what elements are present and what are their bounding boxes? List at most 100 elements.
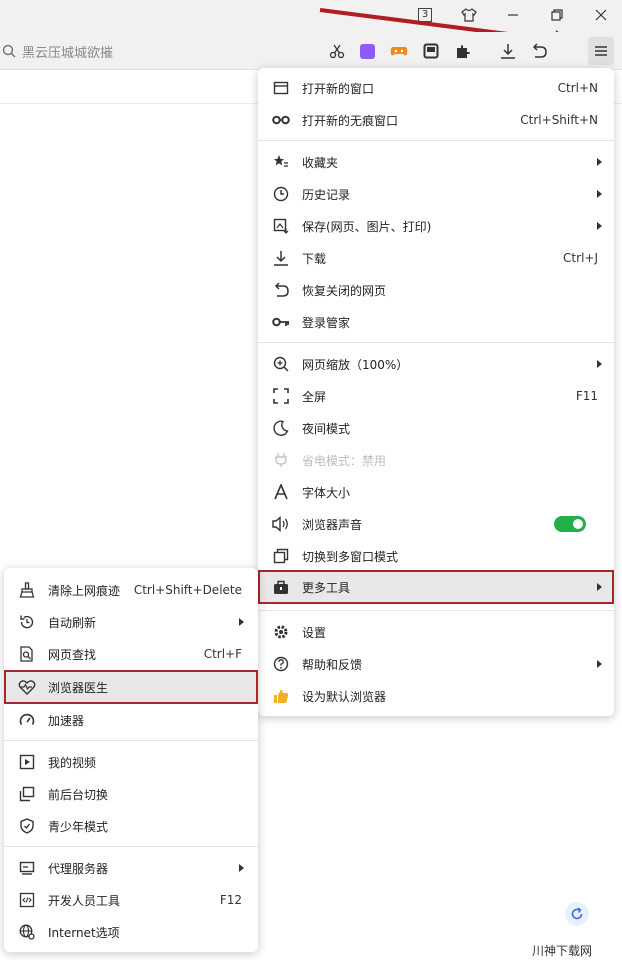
menu-label: 打开新的无痕窗口 <box>302 113 399 128</box>
scissors-icon[interactable] <box>326 40 348 62</box>
submenu-item-accelerator[interactable]: 加速器 <box>4 704 258 736</box>
globe-gear-icon <box>18 923 36 941</box>
menu-item-power-saving: 省电模式：禁用 <box>258 444 614 476</box>
menu-item-restore-closed[interactable]: 恢复关闭的网页 <box>258 274 614 306</box>
heart-pulse-icon <box>18 678 36 696</box>
submenu-item-auto-refresh[interactable]: 自动刷新 <box>4 606 258 638</box>
menu-label: 清除上网痕迹 <box>48 583 121 598</box>
menu-item-history[interactable]: 历史记录 <box>258 178 614 210</box>
menu-shortcut: F11 <box>575 389 598 403</box>
submenu-item-my-videos[interactable]: 我的视频 <box>4 746 258 778</box>
speedometer-icon <box>18 711 36 729</box>
menu-label: 设置 <box>302 625 327 640</box>
multi-window-icon <box>272 547 290 565</box>
menu-item-more-tools[interactable]: 更多工具 <box>258 570 614 604</box>
incognito-icon <box>272 111 290 129</box>
save-image-icon <box>272 217 290 235</box>
submenu-item-foreground-switch[interactable]: 前后台切换 <box>4 778 258 810</box>
menu-item-settings[interactable]: 设置 <box>258 616 614 648</box>
divider <box>4 846 258 847</box>
menu-label: Internet选项 <box>48 925 120 940</box>
font-icon <box>272 483 290 501</box>
menu-item-incognito[interactable]: 打开新的无痕窗口 Ctrl+Shift+N <box>258 104 614 136</box>
divider <box>258 140 614 141</box>
menu-label: 浏览器医生 <box>48 680 109 695</box>
submenu-item-dev-tools[interactable]: 开发人员工具 F12 <box>4 884 258 916</box>
menu-icon[interactable] <box>588 37 614 65</box>
refresh-icon <box>571 907 583 920</box>
menu-label: 代理服务器 <box>48 861 109 876</box>
menu-label: 青少年模式 <box>48 819 109 834</box>
main-menu: 打开新的窗口 Ctrl+N 打开新的无痕窗口 Ctrl+Shift+N 收藏夹 … <box>258 68 614 716</box>
menu-label: 保存(网页、图片、打印) <box>302 219 432 234</box>
menu-label: 开发人员工具 <box>48 893 121 908</box>
menu-label: 网页缩放（100%） <box>302 357 409 372</box>
key-icon <box>272 313 290 331</box>
window-icon <box>272 79 290 97</box>
floating-refresh-button[interactable] <box>565 902 589 926</box>
menu-shortcut: Ctrl+N <box>557 81 598 95</box>
chevron-right-icon <box>597 583 602 591</box>
chevron-right-icon <box>239 618 244 626</box>
search-box[interactable]: 黑云压城城欲摧 <box>2 40 312 62</box>
menu-item-help[interactable]: 帮助和反馈 <box>258 648 614 680</box>
submenu-item-internet-options[interactable]: Internet选项 <box>4 916 258 948</box>
submenu-item-browser-doctor[interactable]: 浏览器医生 <box>4 670 258 704</box>
menu-shortcut: F12 <box>219 893 242 907</box>
menu-label: 我的视频 <box>48 755 97 770</box>
menu-item-font-size[interactable]: 字体大小 <box>258 476 614 508</box>
menu-label: 帮助和反馈 <box>302 657 363 672</box>
menu-label: 更多工具 <box>302 580 351 595</box>
menu-item-save[interactable]: 保存(网页、图片、打印) <box>258 210 614 242</box>
zoom-icon <box>272 355 290 373</box>
download-icon[interactable] <box>497 40 519 62</box>
gear-icon <box>272 623 290 641</box>
menu-item-login-manager[interactable]: 登录管家 <box>258 306 614 338</box>
sound-toggle[interactable] <box>554 516 586 532</box>
refresh-clock-icon <box>18 613 36 631</box>
menu-item-fullscreen[interactable]: 全屏 F11 <box>258 380 614 412</box>
chevron-right-icon <box>239 864 244 872</box>
menu-label: 切换到多窗口模式 <box>302 549 399 564</box>
reader-icon[interactable] <box>420 40 442 62</box>
menu-item-downloads[interactable]: 下载 Ctrl+J <box>258 242 614 274</box>
broom-icon <box>18 581 36 599</box>
menu-item-set-default[interactable]: 设为默认浏览器 <box>258 680 614 712</box>
menu-item-zoom[interactable]: 网页缩放（100%） <box>258 348 614 380</box>
menu-shortcut: Ctrl+Shift+Delete <box>133 583 242 597</box>
divider <box>258 342 614 343</box>
code-icon <box>18 891 36 909</box>
chevron-right-icon <box>597 360 602 368</box>
puzzle-icon[interactable] <box>452 40 474 62</box>
menu-label: 历史记录 <box>302 187 351 202</box>
menu-item-favorites[interactable]: 收藏夹 <box>258 146 614 178</box>
moon-icon <box>272 419 290 437</box>
menu-item-multi-window[interactable]: 切换到多窗口模式 <box>258 540 614 572</box>
video-play-icon <box>18 753 36 771</box>
menu-label: 下载 <box>302 251 327 266</box>
fullscreen-icon <box>272 387 290 405</box>
menu-shortcut: Ctrl+F <box>203 647 242 661</box>
undo-icon[interactable] <box>528 40 550 62</box>
menu-item-night-mode[interactable]: 夜间模式 <box>258 412 614 444</box>
close-button[interactable] <box>588 4 614 26</box>
menu-item-new-window[interactable]: 打开新的窗口 Ctrl+N <box>258 72 614 104</box>
menu-label: 收藏夹 <box>302 155 339 170</box>
menu-label: 全屏 <box>302 389 327 404</box>
extension-purple-icon[interactable] <box>356 40 378 62</box>
divider <box>4 740 258 741</box>
submenu-item-clear-traces[interactable]: 清除上网痕迹 Ctrl+Shift+Delete <box>4 574 258 606</box>
game-icon[interactable] <box>388 40 410 62</box>
clock-icon <box>272 185 290 203</box>
submenu-item-proxy[interactable]: 代理服务器 <box>4 852 258 884</box>
menu-item-browser-sound[interactable]: 浏览器声音 <box>258 508 614 540</box>
more-tools-submenu: 清除上网痕迹 Ctrl+Shift+Delete 自动刷新 网页查找 Ctrl+… <box>4 568 258 952</box>
submenu-item-teen-mode[interactable]: 青少年模式 <box>4 810 258 842</box>
toolbox-icon <box>272 578 290 596</box>
submenu-item-find[interactable]: 网页查找 Ctrl+F <box>4 638 258 670</box>
star-list-icon <box>272 153 290 171</box>
menu-label: 自动刷新 <box>48 615 97 630</box>
undo-icon <box>272 281 290 299</box>
menu-label: 浏览器声音 <box>302 517 363 532</box>
shield-icon <box>18 817 36 835</box>
